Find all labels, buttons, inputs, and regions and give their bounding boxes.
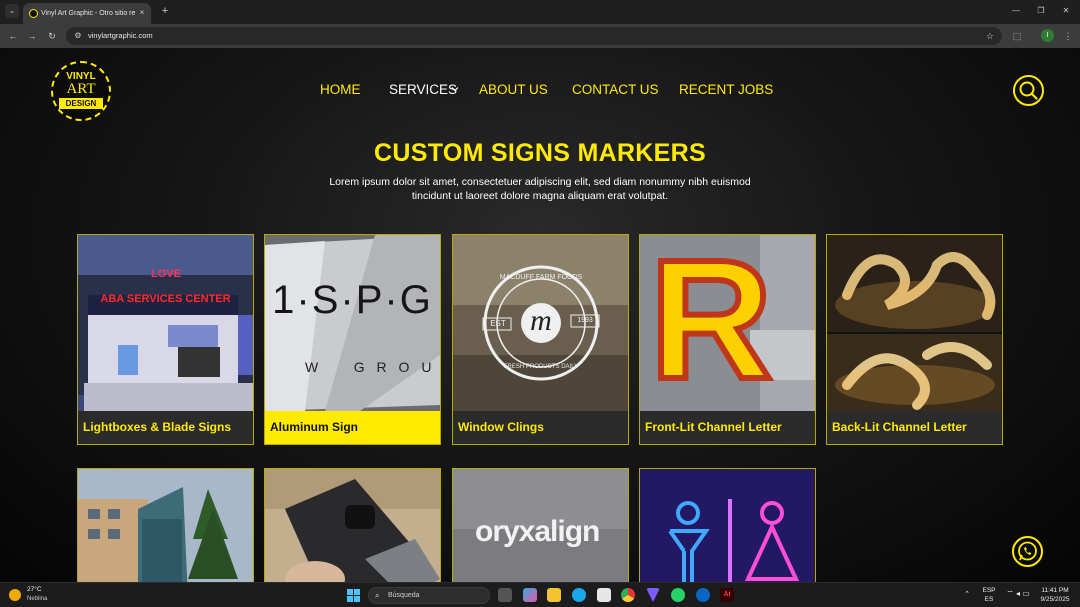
copilot-icon[interactable] [523,588,537,602]
card-aluminum[interactable]: 1·S·P·G W G R O U Aluminum Sign [264,234,441,445]
task-view-icon[interactable] [498,588,512,602]
back-lit-letter-image [827,235,1002,411]
front-lit-letter-image: R [640,235,815,411]
card-label: Back-Lit Channel Letter [827,411,1002,444]
window-cling-est: EST [490,319,506,328]
language-sub-indicator[interactable]: ES [980,596,998,604]
card-lightboxes[interactable]: ABA SERVICES CENTER LOVE Lightboxes & Bl… [77,234,254,445]
nav-contact-us[interactable]: CONTACT US [572,82,659,98]
new-tab-button[interactable]: + [158,4,172,18]
acrylic-cutout-image [265,469,440,582]
nav-about-us[interactable]: ABOUT US [479,82,548,98]
os-taskbar: 27°C Neblina ⌕ Búsqueda Ai ^ ESP ES ⌔ ◂ … [0,582,1080,607]
window-close-icon[interactable]: ✕ [1058,4,1074,18]
restore-icon[interactable]: ❐ [1033,4,1049,18]
web-page: VINYL ART DESIGN HOME SERVICES ABOUT US … [0,48,1080,582]
minimize-icon[interactable]: — [1008,4,1024,18]
site-info-icon[interactable]: ⚙ [72,29,84,43]
nav-recent-jobs[interactable]: RECENT JOBS [679,82,773,98]
card-neon-sign[interactable] [639,468,816,582]
tab-close-icon[interactable]: × [137,7,147,19]
window-cling-image: m EST 1993 MACDUFF FARM FOODS FRESH PROD… [453,235,628,411]
taskbar-search-placeholder: Búsqueda [388,592,420,599]
card-label: Window Clings [453,411,628,444]
edge-icon[interactable] [572,588,586,602]
whatsapp-app-icon[interactable] [671,588,685,602]
vpn-icon[interactable] [646,588,660,602]
browser-tab-bar: ⌄ Vinyl Art Graphic - Otro sitio realiza… [0,0,1080,24]
lightbox-sign-text: ABA SERVICES CENTER [100,293,231,305]
monument-sign-image [78,469,253,582]
card-label: Lightboxes & Blade Signs [78,411,253,444]
app-icon[interactable] [696,588,710,602]
tab-search-chevron-icon[interactable]: ⌄ [5,4,19,18]
search-icon[interactable] [1013,75,1044,106]
favicon-icon [29,9,38,18]
weather-description[interactable]: Neblina [27,595,47,603]
browser-tab[interactable]: Vinyl Art Graphic - Otro sitio realizado… [23,3,151,24]
whatsapp-icon[interactable] [1012,536,1043,567]
card-acrylic-cutout[interactable] [264,468,441,582]
aluminum-sign-subtext: W G R O U [305,359,436,375]
tray-chevron-icon[interactable]: ^ [962,590,972,598]
store-icon[interactable] [597,588,611,602]
nav-services[interactable]: SERVICES [389,82,457,98]
window-cling-year: 1993 [577,317,593,324]
card-back-lit[interactable]: Back-Lit Channel Letter [826,234,1003,445]
page-title: CUSTOM SIGNS MARKERS [374,139,706,167]
card-label: Front-Lit Channel Letter [640,411,815,444]
nav-home[interactable]: HOME [320,82,361,98]
site-logo[interactable]: VINYL ART DESIGN [51,61,111,121]
browser-toolbar: ← → ↻ ⚙ vinylartgraphic.com ☆ ⬚ ⋮ [0,24,1080,48]
page-subtitle: Lorem ipsum dolor sit amet, consectetuer… [329,176,751,202]
chevron-down-icon[interactable] [451,83,459,97]
card-front-lit[interactable]: R Front-Lit Channel Letter [639,234,816,445]
illustrator-icon[interactable]: Ai [720,588,734,602]
card-window-clings[interactable]: m EST 1993 MACDUFF FARM FOODS FRESH PROD… [452,234,629,445]
card-label: Aluminum Sign [265,411,440,444]
tab-title: Vinyl Art Graphic - Otro sitio realizado… [41,10,135,17]
network-volume-battery-icons[interactable]: ⌔ ◂ ▭ [1004,590,1032,598]
extensions-icon[interactable]: ⬚ [1010,29,1024,43]
clock-time[interactable]: 11:41 PM [1036,587,1074,595]
window-cling-bottom-text: FRESH PRODUCTS DAILY [503,364,579,370]
windows-start-icon[interactable] [347,589,360,602]
taskbar-search[interactable]: ⌕ Búsqueda [368,587,490,604]
neon-restroom-image [640,469,815,582]
search-icon: ⌕ [375,591,380,600]
address-bar[interactable]: ⚙ vinylartgraphic.com ☆ [66,27,1002,45]
window-cling-top-text: MACDUFF FARM FOODS [499,274,583,281]
bookmark-star-icon[interactable]: ☆ [986,29,994,43]
logo-text-art: ART [66,81,96,97]
love-sign-text: LOVE [151,268,181,280]
aluminum-sign-text: 1·S·P·G [272,278,433,322]
browser-menu-icon[interactable]: ⋮ [1061,29,1075,43]
window-cling-monogram: m [530,304,552,337]
weather-icon[interactable] [9,589,21,601]
front-lit-letter-r: R [647,235,776,411]
file-explorer-icon[interactable] [547,588,561,602]
url-text[interactable]: vinylartgraphic.com [88,29,153,43]
aluminum-sign-image: 1·S·P·G W G R O U [265,235,440,411]
back-icon[interactable]: ← [6,29,20,43]
oryxalign-sign-text: oryxalign [475,515,600,548]
reload-icon[interactable]: ↻ [45,29,59,43]
logo-text-design: DESIGN [59,98,103,109]
chrome-icon[interactable] [621,588,635,602]
profile-avatar[interactable]: I [1041,29,1054,42]
forward-icon[interactable]: → [25,29,39,43]
clock-date[interactable]: 9/25/2025 [1036,596,1074,604]
weather-temperature[interactable]: 27°C [27,586,42,594]
card-monument-sign[interactable] [77,468,254,582]
language-indicator[interactable]: ESP [980,587,998,595]
card-oryxalign[interactable]: oryxalign [452,468,629,582]
lightbox-building-image: ABA SERVICES CENTER LOVE [78,235,253,411]
